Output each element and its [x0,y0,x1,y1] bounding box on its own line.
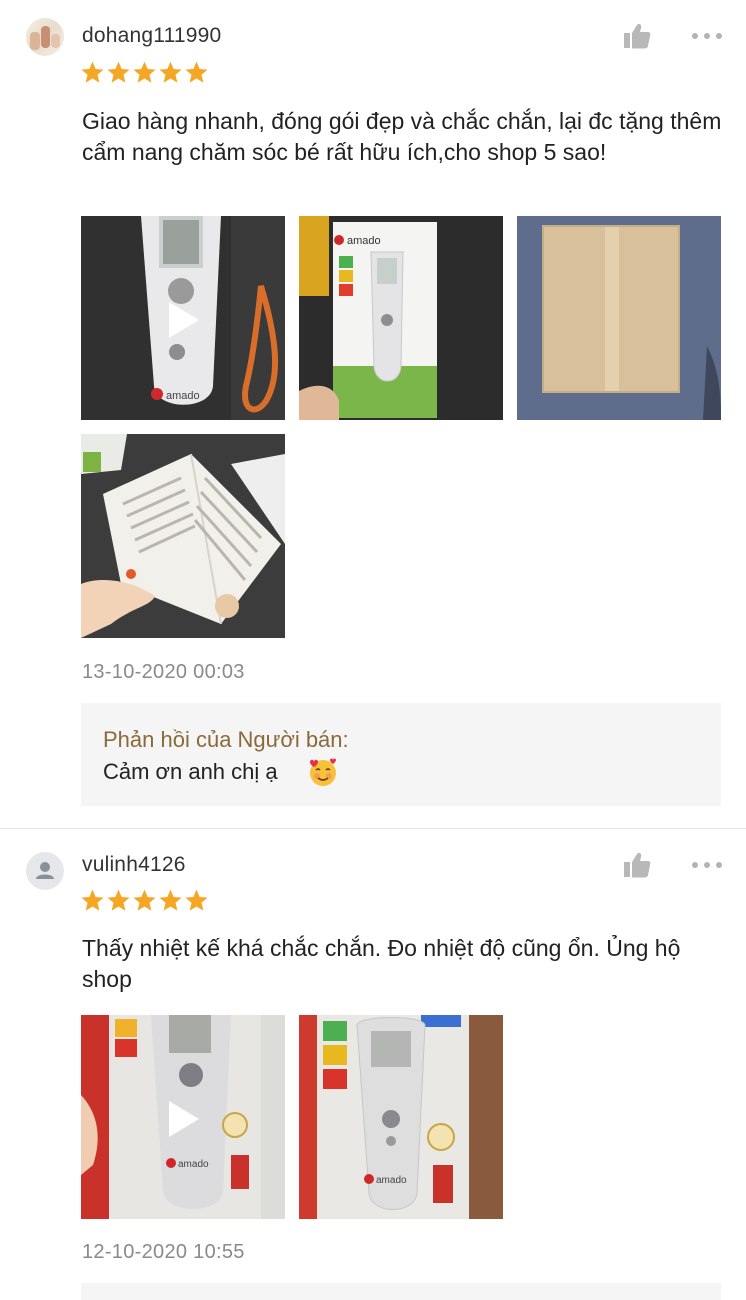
review-image-thumbnail[interactable] [517,216,721,420]
seller-reply [81,1283,721,1300]
thumbs-up-icon[interactable] [622,22,652,50]
brand-label: amado [376,1175,407,1186]
user-avatar[interactable] [26,18,64,56]
review-video-thumbnail[interactable]: amado [81,1015,285,1219]
review-timestamp: 12-10-2020 10:55 [82,1241,245,1263]
brand-label: amado [178,1159,209,1170]
review-username: vulinh4126 [82,853,186,876]
star-icon [133,61,156,83]
star-icon [185,61,208,83]
star-icon [81,889,104,911]
review-timestamp: 13-10-2020 00:03 [82,661,245,683]
review-image-thumbnail[interactable] [81,434,285,638]
play-icon[interactable] [161,298,205,342]
seller-reply: Phản hồi của Người bán: Cảm ơn anh chị ạ [81,703,721,806]
star-icon [107,889,130,911]
review-text: Thấy nhiệt kế khá chắc chắn. Đo nhiệt độ… [82,935,681,992]
thumbs-up-icon[interactable] [622,851,652,879]
brand-label: amado [166,390,200,402]
star-icon [185,889,208,911]
star-icon [159,889,182,911]
review-username: dohang111990 [82,24,222,47]
review-video-thumbnail[interactable]: amado [81,216,285,420]
star-icon [133,889,156,911]
seller-reply-text: Cảm ơn anh chị ạ [103,759,278,784]
user-avatar[interactable] [26,852,64,890]
more-dots-icon[interactable] [690,858,724,872]
review-item: dohang111990 Giao hàng nhanh, đóng gói đ… [0,0,746,828]
smiling-face-with-hearts-emoji [310,758,336,786]
rating-stars [80,60,209,86]
star-icon [107,61,130,83]
default-avatar-icon [36,862,54,879]
play-icon[interactable] [161,1097,205,1141]
more-dots-icon[interactable] [690,29,724,43]
star-icon [159,61,182,83]
brand-label: amado [347,235,381,247]
review-item: vulinh4126 Thấy nhiệt kế khá chắc chắn. … [0,829,746,1300]
review-image-thumbnail[interactable]: amado [299,216,503,420]
star-icon [81,61,104,83]
review-text: Giao hàng nhanh, đóng gói đẹp và chắc ch… [82,108,722,165]
seller-reply-title: Phản hồi của Người bán: [103,727,349,752]
review-image-thumbnail[interactable]: amado [299,1015,503,1219]
rating-stars [80,888,209,914]
